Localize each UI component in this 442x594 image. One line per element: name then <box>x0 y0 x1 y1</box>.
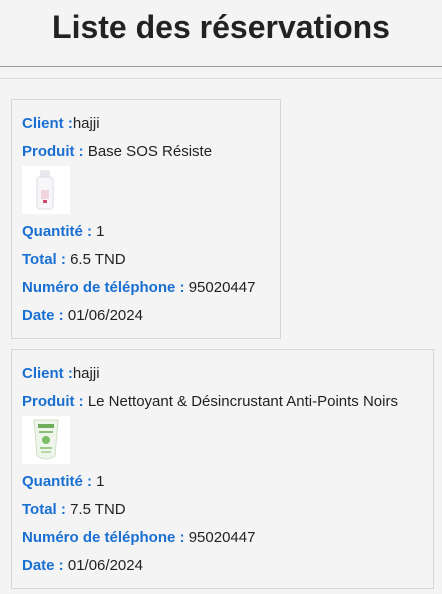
phone-row: Numéro de téléphone : 95020447 <box>22 278 270 306</box>
product-image <box>22 416 70 464</box>
product-row: Produit : Le Nettoyant & Désincrustant A… <box>22 392 423 420</box>
client-row: Client :hajji <box>22 114 270 142</box>
product-label: Produit : <box>22 393 84 410</box>
product-value: Base SOS Résiste <box>87 143 213 160</box>
client-row: Client :hajji <box>22 364 423 392</box>
reservation-card: Client :hajji Produit : Le Nettoyant & D… <box>11 349 434 589</box>
page-header: Liste des réservations <box>0 0 442 67</box>
total-row: Total : 6.5 TND <box>22 250 270 278</box>
date-value: 01/06/2024 <box>67 307 143 324</box>
quantity-label: Quantité : <box>22 223 92 240</box>
total-label: Total : <box>22 501 66 518</box>
product-image <box>22 166 70 214</box>
phone-label: Numéro de téléphone : <box>22 529 185 546</box>
quantity-value: 1 <box>96 223 105 240</box>
date-label: Date : <box>22 557 64 574</box>
phone-value: 95020447 <box>188 279 256 296</box>
client-value: hajji <box>72 115 100 132</box>
product-label: Produit : <box>22 143 84 160</box>
reservation-list: Client :hajji Produit : Base SOS Résiste… <box>11 99 434 594</box>
total-value: 6.5 TND <box>70 251 126 268</box>
date-row: Date : 01/06/2024 <box>22 556 423 584</box>
date-label: Date : <box>22 307 64 324</box>
total-row: Total : 7.5 TND <box>22 500 423 528</box>
quantity-row: Quantité : 1 <box>22 222 270 250</box>
client-value: hajji <box>72 365 100 382</box>
quantity-row: Quantité : 1 <box>22 472 423 500</box>
product-value: Le Nettoyant & Désincrustant Anti-Points… <box>87 393 398 410</box>
quantity-value: 1 <box>96 473 105 490</box>
total-value: 7.5 TND <box>70 501 126 518</box>
divider <box>0 78 442 79</box>
client-label: Client : <box>22 365 73 382</box>
date-row: Date : 01/06/2024 <box>22 306 270 334</box>
reservations-page: Liste des réservations Client :hajji Pro… <box>0 0 442 594</box>
page-title: Liste des réservations <box>52 8 390 45</box>
phone-row: Numéro de téléphone : 95020447 <box>22 528 423 556</box>
phone-value: 95020447 <box>188 529 256 546</box>
date-value: 01/06/2024 <box>67 557 143 574</box>
reservation-card: Client :hajji Produit : Base SOS Résiste… <box>11 99 281 339</box>
client-label: Client : <box>22 115 73 132</box>
quantity-label: Quantité : <box>22 473 92 490</box>
total-label: Total : <box>22 251 66 268</box>
phone-label: Numéro de téléphone : <box>22 279 185 296</box>
